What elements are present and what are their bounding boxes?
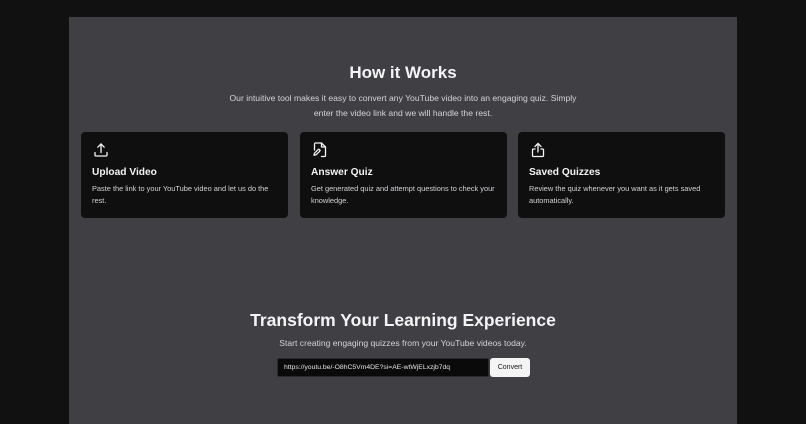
how-it-works-title: How it Works	[349, 63, 457, 82]
upload-video-card: Upload Video Paste the link to your YouT…	[81, 132, 288, 218]
file-pen-icon	[312, 142, 328, 158]
transform-title: Transform Your Learning Experience	[250, 310, 556, 330]
saved-quizzes-card: Saved Quizzes Review the quiz whenever y…	[518, 132, 725, 218]
card-description: Get generated quiz and attempt questions…	[311, 184, 495, 205]
convert-button[interactable]: Convert	[490, 358, 530, 377]
how-it-works-subtitle: Our intuitive tool makes it easy to conv…	[229, 93, 577, 118]
share-icon	[530, 142, 546, 158]
card-description: Review the quiz whenever you want as it …	[529, 184, 701, 205]
main-panel: How it Works Our intuitive tool makes it…	[69, 17, 737, 424]
card-description: Paste the link to your YouTube video and…	[92, 184, 269, 205]
card-title: Upload Video	[92, 167, 157, 178]
youtube-url-input[interactable]	[277, 358, 489, 377]
transform-subtitle: Start creating engaging quizzes from you…	[279, 338, 527, 348]
answer-quiz-card: Answer Quiz Get generated quiz and attem…	[300, 132, 507, 218]
card-title: Answer Quiz	[311, 167, 373, 178]
upload-icon	[93, 142, 109, 158]
card-title: Saved Quizzes	[529, 167, 601, 178]
